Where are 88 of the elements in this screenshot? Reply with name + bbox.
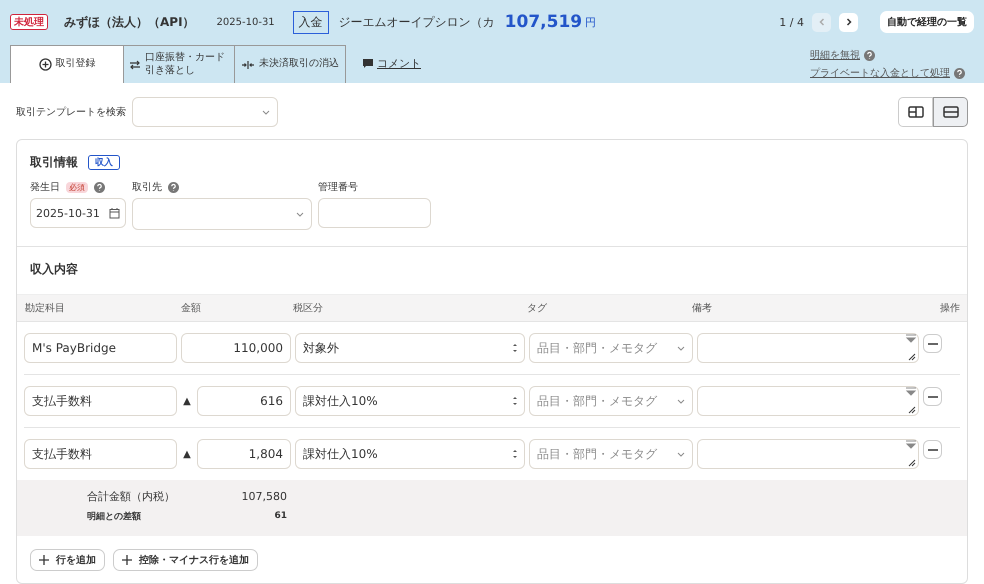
chevron-down-icon xyxy=(677,346,685,350)
difference-value: 61 xyxy=(273,511,287,521)
column-header: 勘定科目 xyxy=(25,302,66,315)
tag-select[interactable]: 品目・部門・メモタグ xyxy=(529,386,693,416)
minus-icon xyxy=(928,396,938,398)
tag-select[interactable]: 品目・部門・メモタグ xyxy=(529,439,693,469)
memo-field[interactable] xyxy=(697,439,919,469)
remove-row-button[interactable] xyxy=(923,440,942,459)
partner-name: ジーエムオーイプシロン（カ xyxy=(338,14,495,30)
comment-icon xyxy=(363,59,373,68)
memo-field[interactable] xyxy=(697,386,919,416)
chevron-down-icon xyxy=(677,398,685,404)
total-label: 合計金額（内税） xyxy=(86,488,176,504)
next-button[interactable] xyxy=(839,12,858,32)
page-counter: 1 / 4 xyxy=(779,16,804,28)
chevron-down-icon xyxy=(677,452,685,456)
field-label: 管理番号 xyxy=(318,180,358,194)
resize-handle-icon xyxy=(905,440,917,468)
status-badge: 未処理 xyxy=(10,14,48,30)
spinner-icon xyxy=(513,344,517,352)
comment-link[interactable]: コメント xyxy=(363,56,421,71)
chevron-down-icon xyxy=(262,110,270,115)
total-value: 107,580 xyxy=(240,490,287,502)
help-icon[interactable] xyxy=(864,50,875,60)
minus-mark: ▲ xyxy=(182,448,192,460)
minus-icon xyxy=(928,448,938,450)
columns-layout-icon xyxy=(908,106,924,118)
account-field[interactable]: 支払手数料 xyxy=(24,439,177,469)
amount-field[interactable]: 110,000 xyxy=(181,333,291,363)
transaction-date: 2025-10-31 xyxy=(216,16,275,28)
template-label: 取引テンプレートを検索 xyxy=(16,106,126,119)
add-row-button[interactable]: 行を追加 xyxy=(30,549,105,571)
column-header: 備考 xyxy=(692,302,713,315)
spinner-icon xyxy=(513,450,517,458)
rows-layout-icon xyxy=(942,106,958,118)
add-row-button[interactable]: 控除・マイナス行を追加 xyxy=(113,549,258,571)
action-link[interactable]: 明細を無視 xyxy=(810,48,860,62)
auto-list-button[interactable]: 自動で経理の一覧 xyxy=(880,11,974,33)
action-link[interactable]: プライベートな入金として処理 xyxy=(810,66,950,80)
account-field[interactable]: 支払手数料 xyxy=(24,386,177,416)
calendar-icon xyxy=(109,208,120,218)
minus-mark: ▲ xyxy=(182,396,192,406)
tab[interactable]: 未決済取引の消込 xyxy=(234,45,346,83)
section-title: 収入内容 xyxy=(30,262,78,276)
resize-handle-icon xyxy=(905,334,917,362)
chevron-down-icon xyxy=(296,212,304,217)
resize-handle-icon xyxy=(905,387,917,415)
management-number-field[interactable] xyxy=(318,198,431,228)
column-header: タグ xyxy=(527,302,548,315)
plus-icon xyxy=(39,555,49,565)
income-badge: 収入 xyxy=(88,155,120,170)
chevron-left-icon xyxy=(818,17,826,27)
tag-select[interactable]: 品目・部門・メモタグ xyxy=(529,333,693,363)
column-header: 操作 xyxy=(940,302,960,315)
column-header: 税区分 xyxy=(293,302,324,315)
account-field[interactable]: M's PayBridge xyxy=(24,333,177,363)
swap-arrows-icon xyxy=(129,60,141,70)
layout-toggle-button[interactable] xyxy=(933,97,968,127)
currency-unit: 円 xyxy=(585,14,596,30)
merge-arrows-icon xyxy=(241,60,255,70)
required-badge: 必須 xyxy=(66,182,88,192)
tax-select[interactable]: 課対仕入10% xyxy=(295,386,525,416)
tab[interactable]: 取引登録 xyxy=(10,45,124,83)
amount-field[interactable]: 1,804 xyxy=(197,439,291,469)
column-header: 金額 xyxy=(181,302,202,315)
amount-field[interactable]: 616 xyxy=(197,386,291,416)
plus-circle-icon xyxy=(38,58,52,71)
tax-select[interactable]: 課対仕入10% xyxy=(295,439,525,469)
plus-icon xyxy=(122,555,132,565)
help-icon[interactable] xyxy=(954,68,965,78)
remove-row-button[interactable] xyxy=(923,387,942,406)
difference-label: 明細との差額 xyxy=(86,510,142,522)
section-title: 取引情報 xyxy=(30,154,78,171)
bank-account-name: みずほ（法人）（API） xyxy=(64,14,195,30)
tax-select[interactable]: 対象外 xyxy=(295,333,525,363)
remove-row-button[interactable] xyxy=(923,334,942,353)
amount: 107,519 xyxy=(504,12,582,32)
field-label: 発生日 xyxy=(30,180,60,194)
direction-badge: 入金 xyxy=(292,10,329,34)
field-label: 取引先 xyxy=(132,180,162,194)
memo-field[interactable] xyxy=(697,333,919,363)
spinner-icon xyxy=(513,397,517,405)
minus-icon xyxy=(928,342,938,344)
help-icon[interactable] xyxy=(168,182,179,192)
layout-toggle-button[interactable] xyxy=(898,97,933,127)
date-field[interactable]: 2025-10-31 xyxy=(30,198,126,228)
help-icon[interactable] xyxy=(94,182,105,192)
chevron-right-icon xyxy=(844,17,852,27)
